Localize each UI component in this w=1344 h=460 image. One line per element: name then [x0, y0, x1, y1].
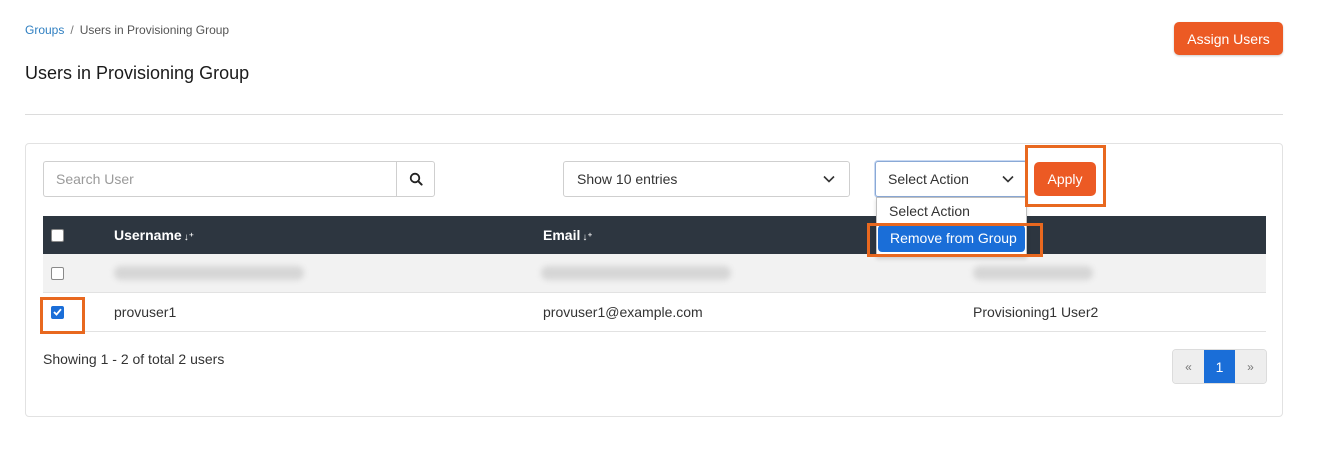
- table-header: Username ↓⁺ Email ↓⁺: [43, 216, 1266, 254]
- breadcrumb: Groups / Users in Provisioning Group: [25, 23, 229, 37]
- users-card: Show 10 entries Select Action Select Act…: [25, 143, 1283, 417]
- breadcrumb-current: Users in Provisioning Group: [79, 23, 230, 37]
- pagination-prev[interactable]: «: [1173, 350, 1204, 383]
- users-table: Username ↓⁺ Email ↓⁺ provuser1 provuser1@e…: [43, 216, 1266, 332]
- cell-username: provuser1: [114, 304, 177, 320]
- header-email[interactable]: Email ↓⁺: [543, 227, 593, 243]
- header-username-label: Username: [114, 227, 182, 243]
- apply-button[interactable]: Apply: [1034, 162, 1096, 196]
- page-title: Users in Provisioning Group: [25, 63, 250, 83]
- header-username[interactable]: Username ↓⁺: [114, 227, 194, 243]
- search-group: [43, 161, 435, 197]
- blurred-username: [114, 266, 304, 280]
- pagination: « 1 »: [1172, 349, 1267, 384]
- dropdown-option-select-action[interactable]: Select Action: [877, 198, 1026, 225]
- chevron-down-icon: [1002, 175, 1014, 183]
- action-dropdown: Select Action Remove from Group: [876, 197, 1027, 257]
- search-icon: [409, 172, 423, 186]
- assign-users-button[interactable]: Assign Users: [1174, 22, 1283, 55]
- entries-select-value: Show 10 entries: [577, 171, 678, 187]
- showing-count: Showing 1 - 2 of total 2 users: [43, 351, 225, 367]
- cell-email: provuser1@example.com: [543, 304, 703, 320]
- blurred-email: [541, 266, 731, 280]
- search-input[interactable]: [43, 161, 396, 197]
- sort-icon: ↓⁺: [183, 232, 194, 243]
- header-divider: [25, 114, 1283, 115]
- select-all-checkbox[interactable]: [51, 228, 64, 242]
- entries-select[interactable]: Show 10 entries: [563, 161, 850, 197]
- cell-name: Provisioning1 User2: [973, 304, 1099, 320]
- action-select-value: Select Action: [888, 171, 969, 187]
- table-row: [43, 254, 1266, 293]
- table-row: provuser1 provuser1@example.com Provisio…: [43, 293, 1266, 332]
- action-select[interactable]: Select Action: [875, 161, 1027, 197]
- dropdown-option-remove-from-group[interactable]: Remove from Group: [878, 225, 1025, 252]
- sort-icon: ↓⁺: [582, 232, 593, 243]
- pagination-page-1[interactable]: 1: [1204, 350, 1235, 383]
- row-checkbox-checked[interactable]: [51, 305, 64, 319]
- chevron-down-icon: [823, 175, 835, 183]
- checkmark-icon: [53, 308, 62, 316]
- breadcrumb-groups-link[interactable]: Groups: [25, 23, 64, 37]
- search-button[interactable]: [396, 161, 435, 197]
- header-email-label: Email: [543, 227, 581, 243]
- row-checkbox[interactable]: [51, 266, 64, 280]
- blurred-name: [973, 266, 1093, 280]
- pagination-next[interactable]: »: [1235, 350, 1266, 383]
- breadcrumb-separator: /: [70, 23, 74, 37]
